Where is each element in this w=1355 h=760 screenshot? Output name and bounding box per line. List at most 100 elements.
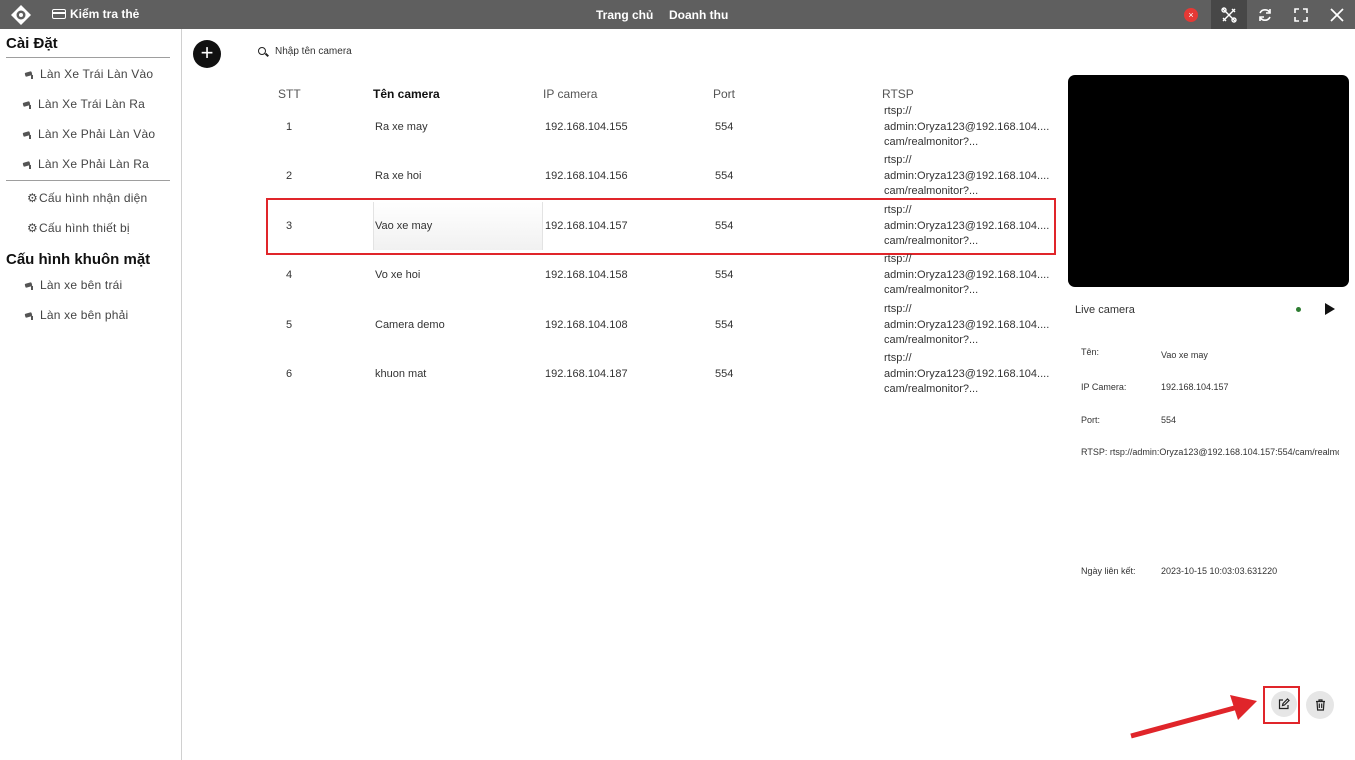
nav-revenue[interactable]: Doanh thu — [669, 8, 728, 22]
header-stt: STT — [278, 87, 301, 101]
camera-icon — [23, 101, 33, 109]
play-icon[interactable] — [1325, 303, 1335, 315]
live-status-indicator — [1296, 307, 1301, 312]
rtsp-line: cam/realmonitor?... — [884, 334, 979, 346]
table-row[interactable]: 4 Vo xe hoi 192.168.104.158 554 rtsp:// … — [268, 252, 1056, 302]
sidebar-item-device-config[interactable]: ⚙ Cấu hình thiết bị — [27, 221, 130, 235]
check-card-button[interactable]: Kiểm tra thẻ — [52, 7, 139, 21]
divider — [6, 57, 170, 58]
table-row[interactable]: 1 Ra xe may 192.168.104.155 554 rtsp:// … — [268, 104, 1056, 154]
error-close-icon[interactable]: × — [1184, 8, 1198, 22]
sidebar-item-face-right[interactable]: Làn xe bên phải — [25, 308, 128, 322]
cell-name: Ra xe may — [375, 121, 428, 133]
sidebar-item-face-left[interactable]: Làn xe bên trái — [25, 278, 122, 292]
camera-icon — [25, 282, 35, 290]
detail-ip-label: IP Camera: — [1081, 382, 1127, 392]
delete-button[interactable] — [1306, 691, 1334, 719]
table-row[interactable]: 2 Ra xe hoi 192.168.104.156 554 rtsp:// … — [268, 153, 1056, 203]
sidebar-item-label: Làn xe bên trái — [40, 278, 123, 292]
search-input[interactable] — [275, 46, 475, 57]
cell-port: 554 — [715, 269, 734, 281]
header-port: Port — [713, 87, 736, 101]
cell-stt: 2 — [286, 170, 293, 182]
check-card-label: Kiểm tra thẻ — [70, 7, 140, 21]
camera-preview[interactable] — [1068, 75, 1349, 287]
detail-linked-value: 2023-10-15 10:03:03.631220 — [1161, 566, 1278, 576]
app-logo-icon[interactable] — [10, 4, 32, 26]
cell-rtsp: rtsp:// admin:Oryza123@192.168.104.... c… — [884, 351, 1054, 398]
cell-ip: 192.168.104.158 — [545, 269, 628, 281]
search-box — [258, 46, 475, 57]
cell-ip: 192.168.104.187 — [545, 368, 628, 380]
sidebar-item-right-in[interactable]: Làn Xe Phải Làn Vào — [23, 127, 155, 141]
trash-icon — [1315, 699, 1325, 711]
sidebar-item-label: Làn Xe Phải Làn Ra — [38, 157, 150, 171]
gear-icon: ⚙ — [27, 221, 38, 235]
camera-icon — [25, 312, 35, 320]
table-row[interactable]: 5 Camera demo 192.168.104.108 554 rtsp:/… — [268, 302, 1056, 352]
tools-icon — [1221, 6, 1237, 23]
add-camera-button[interactable]: + — [193, 40, 221, 68]
table-row-selected[interactable]: 3 Vao xe may 192.168.104.157 554 rtsp://… — [266, 198, 1056, 255]
top-bar: Kiểm tra thẻ Trang chủ Doanh thu × — [0, 0, 1355, 29]
sidebar-item-label: Cấu hình thiết bị — [38, 221, 130, 235]
cell-rtsp: rtsp:// admin:Oryza123@192.168.104.... c… — [884, 104, 1054, 151]
cell-stt: 6 — [286, 368, 293, 380]
sidebar-item-right-out[interactable]: Làn Xe Phải Làn Ra — [23, 157, 149, 171]
fullscreen-icon — [1294, 7, 1308, 22]
sidebar-item-label: Làn xe bên phải — [40, 308, 129, 322]
rtsp-line: rtsp:// — [884, 154, 912, 166]
detail-rtsp-value: rtsp://admin:Oryza123@192.168.104.157:55… — [1109, 447, 1339, 457]
face-config-title: Cấu hình khuôn mặt — [6, 251, 151, 268]
rtsp-line: admin:Oryza123@192.168.104.... — [884, 268, 1050, 281]
rtsp-line: admin:Oryza123@192.168.104.... — [884, 219, 1050, 232]
sidebar-item-label: Làn Xe Phải Làn Vào — [38, 127, 156, 141]
cell-rtsp: rtsp:// admin:Oryza123@192.168.104.... c… — [884, 302, 1054, 349]
rtsp-line: cam/realmonitor?... — [884, 235, 979, 247]
cell-name: Ra xe hoi — [375, 170, 422, 182]
detail-ip-value: 192.168.104.157 — [1161, 382, 1229, 392]
camera-icon — [25, 71, 35, 79]
sidebar-item-label: Làn Xe Trái Làn Ra — [38, 97, 146, 111]
cell-port: 554 — [715, 368, 734, 380]
cell-port: 554 — [715, 121, 734, 133]
fullscreen-button[interactable] — [1283, 0, 1319, 29]
close-window-button[interactable] — [1319, 0, 1355, 29]
rtsp-line: rtsp:// — [884, 253, 912, 265]
cell-port: 554 — [715, 220, 734, 232]
rtsp-line: rtsp:// — [884, 303, 912, 315]
settings-tools-button[interactable] — [1211, 0, 1247, 29]
detail-port-value: 554 — [1161, 415, 1177, 425]
cell-stt: 3 — [286, 220, 293, 232]
sidebar-item-left-in[interactable]: Làn Xe Trái Làn Vào — [25, 67, 153, 81]
cell-ip: 192.168.104.155 — [545, 121, 628, 133]
cell-ip: 192.168.104.157 — [545, 220, 628, 232]
cell-ip: 192.168.104.108 — [545, 319, 628, 331]
rtsp-line: admin:Oryza123@192.168.104.... — [884, 318, 1050, 331]
cell-name: khuon mat — [375, 368, 427, 380]
cell-name: Vao xe may — [375, 220, 433, 232]
edit-icon — [1278, 698, 1290, 710]
cell-rtsp: rtsp:// admin:Oryza123@192.168.104.... c… — [884, 203, 1054, 250]
refresh-button[interactable] — [1247, 0, 1283, 29]
sidebar-item-recognition-config[interactable]: ⚙ Cấu hình nhận diện — [27, 191, 147, 205]
header-rtsp: RTSP — [882, 87, 914, 101]
table-row[interactable]: 6 khuon mat 192.168.104.187 554 rtsp:// … — [268, 351, 1056, 401]
live-camera-label: Live camera — [1075, 304, 1135, 316]
card-icon — [52, 9, 66, 19]
sidebar-item-left-out[interactable]: Làn Xe Trái Làn Ra — [23, 97, 145, 111]
edit-button[interactable] — [1271, 691, 1297, 717]
settings-title: Cài Đặt — [6, 35, 58, 52]
rtsp-line: rtsp:// — [884, 204, 912, 216]
detail-name-label: Tên: — [1081, 347, 1100, 357]
annotation-arrow — [1130, 695, 1257, 739]
divider — [6, 180, 170, 181]
nav-home[interactable]: Trang chủ — [596, 8, 653, 22]
header-camera-name: Tên camera — [373, 87, 440, 101]
cell-port: 554 — [715, 170, 734, 182]
cell-name: Vo xe hoi — [375, 269, 421, 281]
cell-ip: 192.168.104.156 — [545, 170, 628, 182]
rtsp-line: cam/realmonitor?... — [884, 383, 979, 395]
camera-icon — [23, 131, 33, 139]
sidebar: Cài Đặt Làn Xe Trái Làn Vào Làn Xe Trái … — [0, 29, 182, 760]
